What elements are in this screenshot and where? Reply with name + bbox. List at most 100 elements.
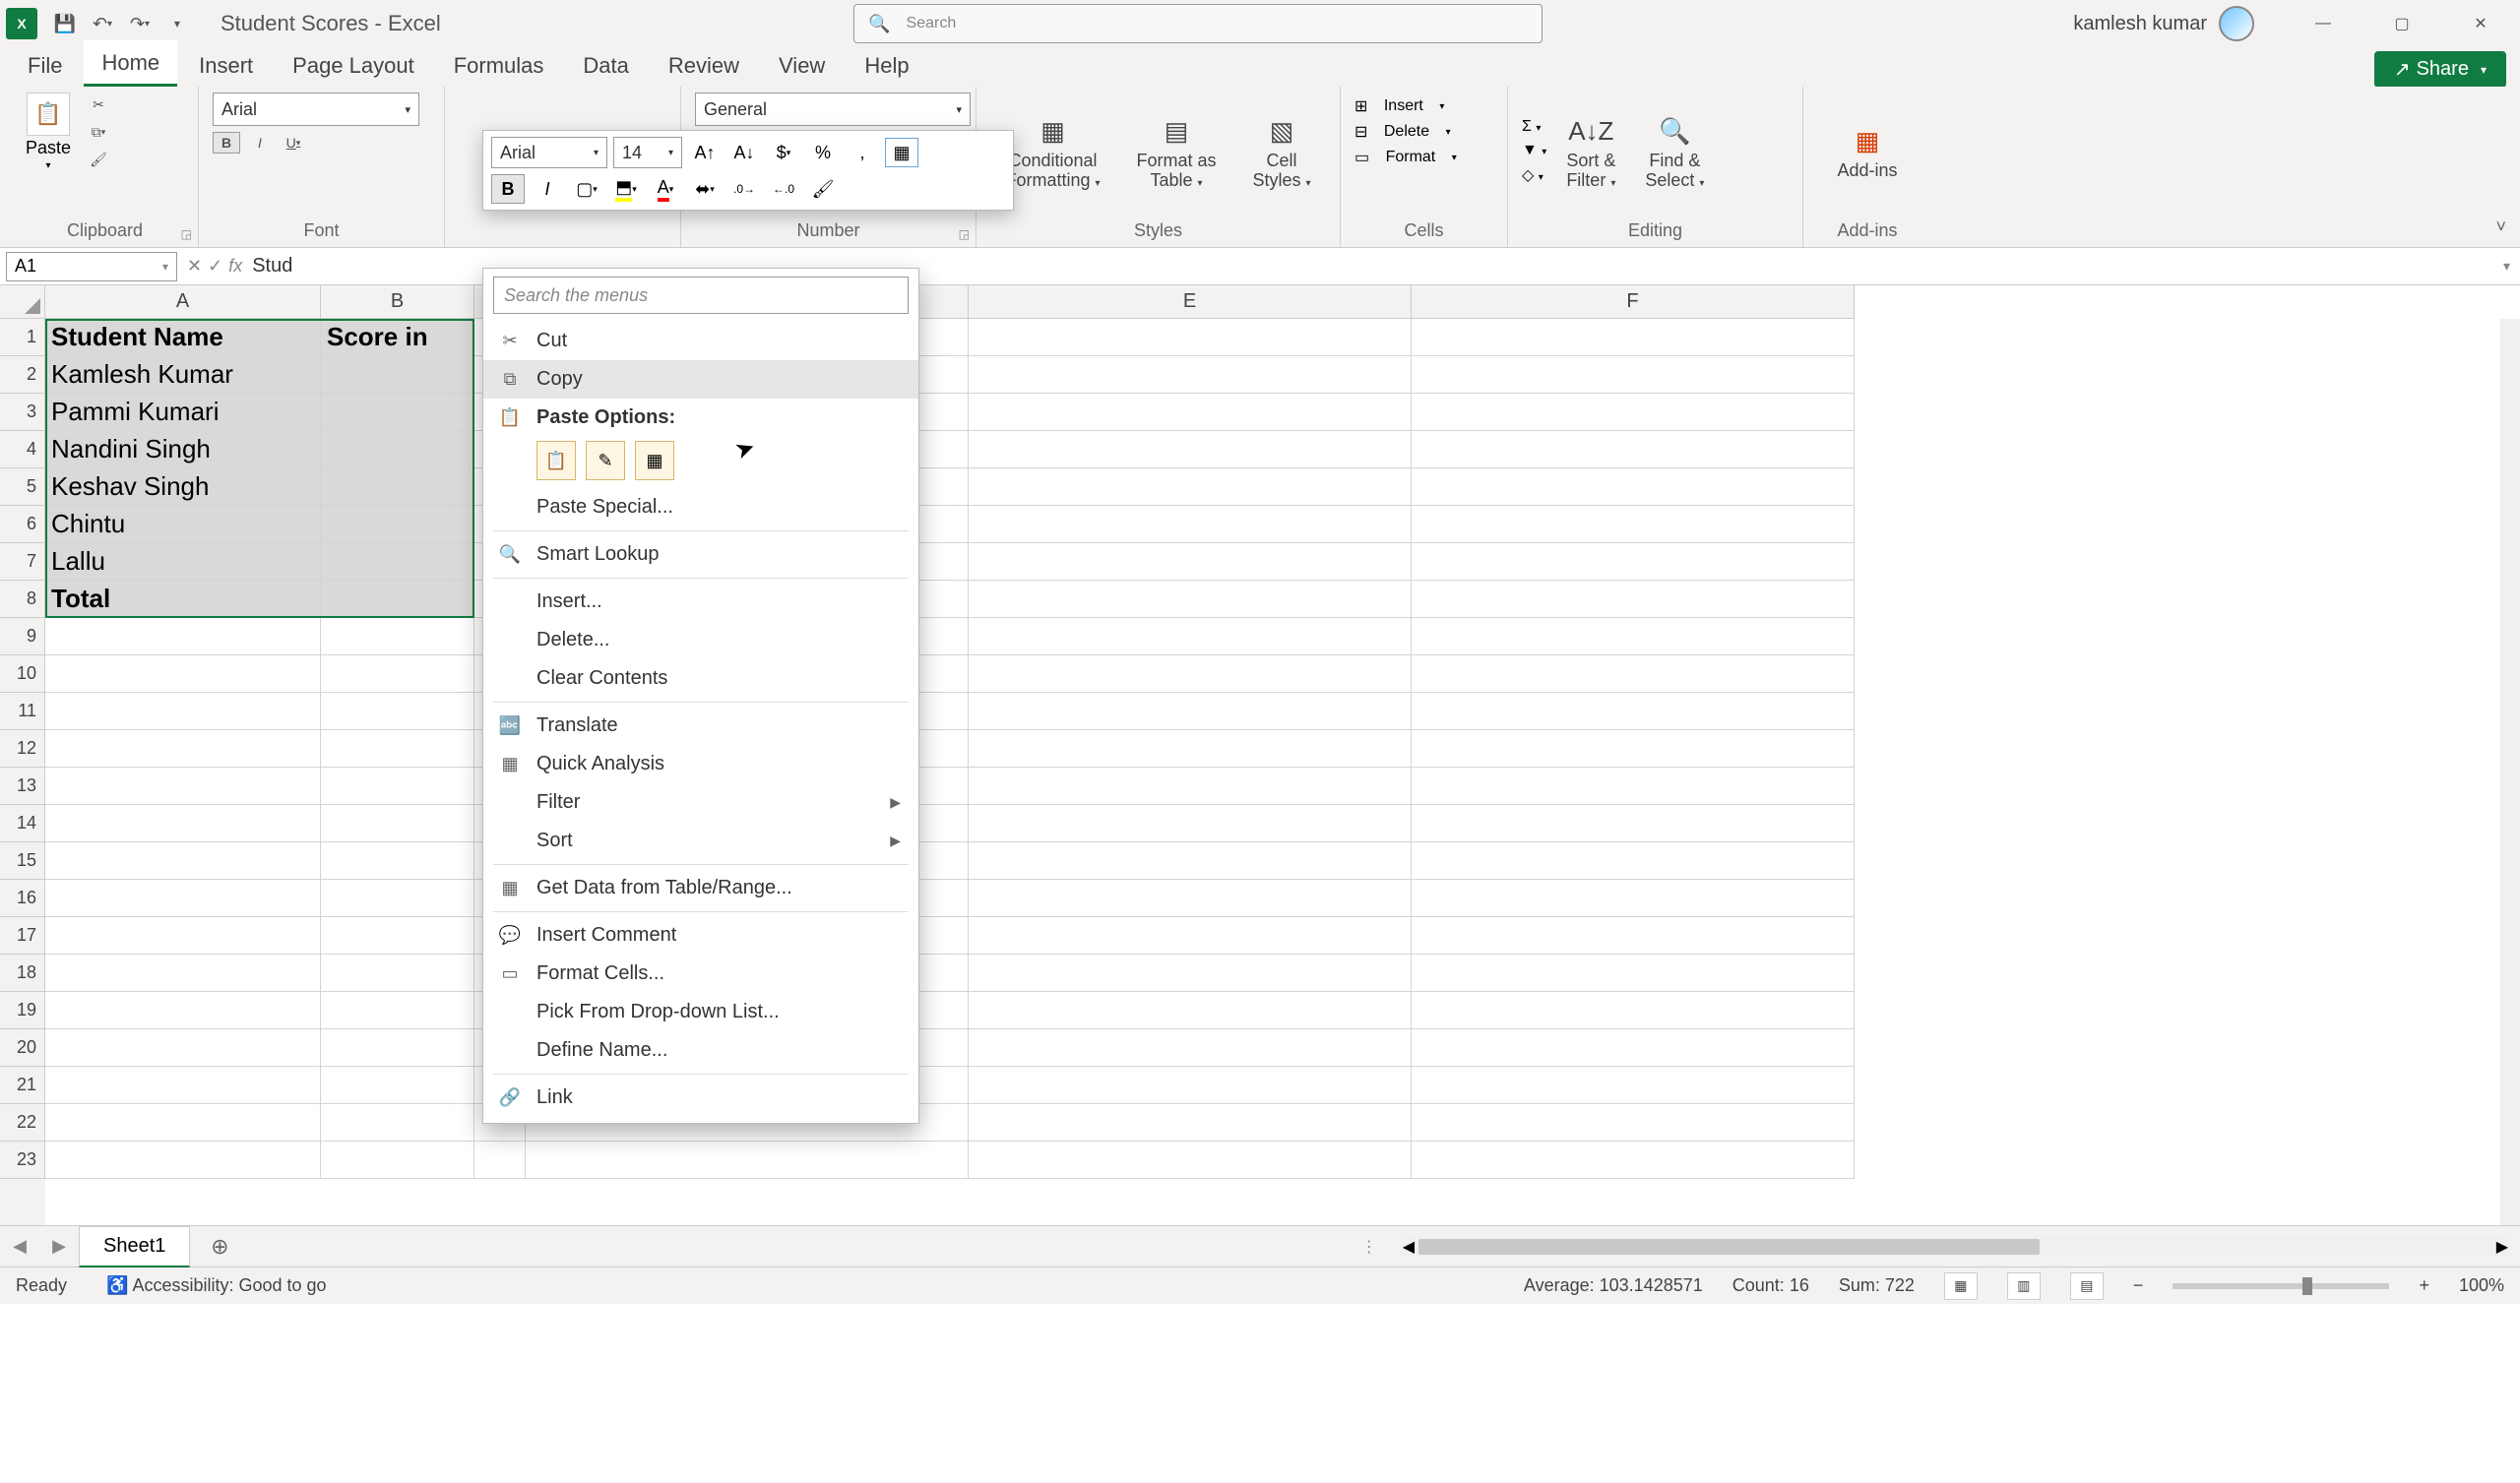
menu-cut[interactable]: ✂Cut	[483, 322, 918, 360]
cell[interactable]: Chintu	[45, 506, 321, 543]
conditional-formatting-icon[interactable]: ▦	[885, 138, 918, 167]
cell[interactable]	[321, 1142, 474, 1179]
page-layout-view-button[interactable]: ▥	[2007, 1272, 2041, 1300]
row-header[interactable]: 14	[0, 805, 45, 842]
tab-formulas[interactable]: Formulas	[436, 43, 562, 87]
copy-icon[interactable]: ⧉▾	[85, 121, 112, 143]
zoom-slider[interactable]	[2173, 1283, 2389, 1289]
cell[interactable]	[321, 955, 474, 992]
dialog-launcher-icon[interactable]: ◲	[959, 227, 970, 241]
row-header[interactable]: 6	[0, 506, 45, 543]
cell[interactable]	[1412, 1104, 1855, 1142]
accessibility-status[interactable]: ♿ Accessibility: Good to go	[106, 1275, 327, 1296]
cell[interactable]	[1412, 805, 1855, 842]
cell[interactable]	[321, 506, 474, 543]
tab-file[interactable]: File	[10, 43, 80, 87]
cell[interactable]	[321, 842, 474, 880]
menu-paste-special[interactable]: Paste Special...	[483, 488, 918, 526]
font-color-button[interactable]: A▾	[649, 174, 682, 204]
cell[interactable]	[969, 842, 1412, 880]
decrease-decimal-button[interactable]: ←.0	[767, 174, 800, 204]
increase-decimal-button[interactable]: .0→	[727, 174, 761, 204]
cell[interactable]	[45, 693, 321, 730]
cell[interactable]	[1412, 394, 1855, 431]
cell[interactable]	[969, 730, 1412, 768]
menu-insert-comment[interactable]: 💬Insert Comment	[483, 916, 918, 955]
cell[interactable]	[1412, 506, 1855, 543]
cell[interactable]	[321, 693, 474, 730]
cell[interactable]	[321, 768, 474, 805]
row-header[interactable]: 20	[0, 1029, 45, 1067]
row-header[interactable]: 4	[0, 431, 45, 468]
font-family-combo[interactable]: Arial▾	[213, 93, 419, 126]
insert-cells-button[interactable]: ⊞ Insert ▾	[1354, 96, 1493, 116]
bold-button[interactable]: B	[491, 174, 525, 204]
cell[interactable]	[321, 431, 474, 468]
addins-button[interactable]: ▦ Add-ins	[1817, 93, 1918, 211]
cell[interactable]	[321, 992, 474, 1029]
cell[interactable]	[45, 655, 321, 693]
menu-quick-analysis[interactable]: ▦Quick Analysis	[483, 745, 918, 783]
qat-customize-icon[interactable]: ▾	[163, 10, 191, 37]
cell[interactable]	[969, 543, 1412, 581]
format-cells-button[interactable]: ▭ Format ▾	[1354, 148, 1493, 167]
tab-data[interactable]: Data	[565, 43, 646, 87]
row-header[interactable]: 22	[0, 1104, 45, 1142]
cell[interactable]	[969, 581, 1412, 618]
paste-icon[interactable]: 📋	[27, 93, 70, 136]
delete-cells-button[interactable]: ⊟ Delete ▾	[1354, 122, 1493, 142]
row-header[interactable]: 10	[0, 655, 45, 693]
sheet-nav-prev[interactable]: ◀	[0, 1236, 39, 1257]
cell[interactable]	[45, 917, 321, 955]
cell[interactable]	[969, 1142, 1412, 1179]
column-header[interactable]: E	[969, 285, 1412, 318]
column-header[interactable]: F	[1412, 285, 1855, 318]
cell[interactable]	[969, 1067, 1412, 1104]
cell[interactable]	[321, 1067, 474, 1104]
cell[interactable]	[474, 1142, 526, 1179]
chevron-down-icon[interactable]: ▾	[46, 160, 51, 171]
cell[interactable]: Score in	[321, 319, 474, 356]
cell[interactable]: Kamlesh Kumar	[45, 356, 321, 394]
name-box[interactable]: A1 ▾	[6, 252, 177, 281]
cell[interactable]	[321, 730, 474, 768]
tab-page-layout[interactable]: Page Layout	[275, 43, 432, 87]
new-sheet-button[interactable]: ⊕	[202, 1234, 237, 1260]
bold-button[interactable]: B	[213, 132, 240, 154]
cell[interactable]	[45, 992, 321, 1029]
cell[interactable]: Pammi Kumari	[45, 394, 321, 431]
cell[interactable]	[1412, 842, 1855, 880]
cell[interactable]	[321, 543, 474, 581]
cell[interactable]	[969, 431, 1412, 468]
row-header[interactable]: 23	[0, 1142, 45, 1179]
cell[interactable]: Student Name	[45, 319, 321, 356]
cell[interactable]	[969, 468, 1412, 506]
cell-styles-button[interactable]: ▧ CellStyles ▾	[1242, 108, 1320, 195]
row-header[interactable]: 7	[0, 543, 45, 581]
row-header[interactable]: 5	[0, 468, 45, 506]
scroll-left-icon[interactable]: ◀	[1403, 1237, 1415, 1257]
fill-color-button[interactable]: ⬒▾	[609, 174, 643, 204]
cell[interactable]	[321, 1104, 474, 1142]
sort-filter-button[interactable]: A↓Z Sort &Filter ▾	[1556, 108, 1625, 195]
row-header[interactable]: 15	[0, 842, 45, 880]
cell[interactable]	[1412, 730, 1855, 768]
cell[interactable]	[1412, 319, 1855, 356]
vertical-scrollbar[interactable]	[2500, 319, 2520, 1225]
cell[interactable]	[1412, 468, 1855, 506]
cell[interactable]	[969, 693, 1412, 730]
accounting-format-icon[interactable]: $▾	[767, 138, 800, 167]
row-header[interactable]: 9	[0, 618, 45, 655]
maximize-button[interactable]: ▢	[2362, 0, 2441, 47]
cell[interactable]: Nandini Singh	[45, 431, 321, 468]
number-format-combo[interactable]: General▾	[695, 93, 971, 126]
cell[interactable]	[321, 356, 474, 394]
cells-area[interactable]: Student NameScore inKamlesh KumarPammi K…	[45, 319, 2520, 1225]
cell[interactable]	[1412, 618, 1855, 655]
find-select-button[interactable]: 🔍 Find &Select ▾	[1635, 108, 1714, 195]
cell[interactable]	[45, 1104, 321, 1142]
format-painter-button[interactable]: 🖌	[806, 174, 840, 204]
cell[interactable]	[1412, 1067, 1855, 1104]
cell[interactable]	[969, 506, 1412, 543]
cancel-icon[interactable]: ✕	[187, 256, 202, 277]
